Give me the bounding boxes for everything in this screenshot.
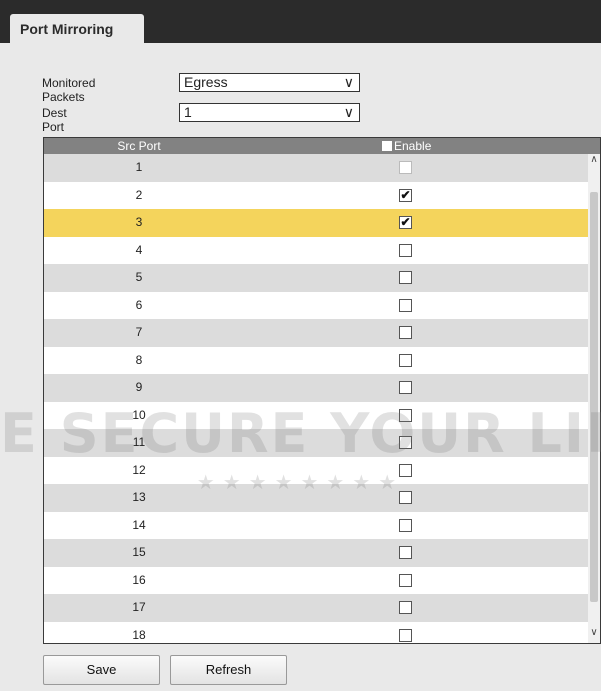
enable-checkbox[interactable] [399,518,412,532]
src-port-cell: 4 [135,242,143,257]
src-port-cell: 10 [132,407,146,422]
enable-checkbox[interactable] [399,408,412,422]
table-row[interactable]: 2 ✔ [44,181,590,209]
enable-header-label: Enable [394,139,432,153]
enable-checkbox[interactable] [399,491,412,504]
src-port-cell: 13 [132,490,146,504]
scroll-thumb[interactable] [590,192,598,602]
table-row[interactable]: 9 [44,374,590,402]
table-row[interactable]: 6 [44,291,590,319]
dest-port-label: Dest Port [42,106,67,134]
chevron-down-icon: ∨ [343,104,354,120]
enable-checkbox[interactable] [399,381,412,394]
src-port-cell: 8 [135,352,143,367]
refresh-button[interactable]: Refresh [170,655,287,685]
table-row[interactable]: 12 [44,456,590,484]
table-row[interactable]: 10 [44,401,590,429]
src-port-cell: 3 [135,215,143,229]
top-bar: Port Mirroring [0,0,601,43]
dest-port-value: 1 [184,104,192,120]
tab-port-mirroring[interactable]: Port Mirroring [10,14,144,43]
enable-checkbox[interactable] [399,436,412,449]
enable-checkbox[interactable] [399,573,412,587]
monitored-packets-value: Egress [184,74,228,90]
save-button[interactable]: Save [43,655,160,685]
table-row[interactable]: 13 [44,484,590,512]
enable-checkbox[interactable]: ✔ [399,188,412,202]
table-row[interactable]: 8 [44,346,590,374]
src-port-cell: 1 [135,160,143,174]
enable-checkbox[interactable] [399,271,412,284]
enable-checkbox[interactable] [399,601,412,614]
table-row[interactable]: 15 [44,539,590,567]
src-port-cell: 6 [135,297,143,312]
monitored-packets-select[interactable]: Egress ∨ [179,73,360,92]
src-port-cell: 15 [132,545,146,559]
enable-checkbox[interactable] [399,298,412,312]
port-table: Src Port Enable 1 2 ✔ 3 ✔ 4 5 6 7 8 9 10 11 12 13 14 15 1… [43,137,601,644]
src-port-cell: 18 [132,627,146,642]
src-port-cell: 12 [132,462,146,477]
enable-all-header[interactable]: Enable [382,139,431,153]
dest-port-select[interactable]: 1 ∨ [179,103,360,122]
src-port-cell: 5 [135,270,143,284]
table-row[interactable]: 7 [44,319,590,347]
enable-checkbox[interactable] [399,463,412,477]
enable-all-checkbox[interactable] [382,141,392,151]
src-port-cell: 9 [135,380,143,394]
src-port-cell: 17 [132,600,146,614]
table-row[interactable]: 17 [44,594,590,622]
table-row[interactable]: 14 [44,511,590,539]
table-scrollbar[interactable]: ∧ ∨ [588,154,600,643]
src-port-cell: 2 [135,187,143,202]
table-header: Src Port Enable [44,138,600,154]
enable-checkbox[interactable] [399,243,412,257]
src-port-cell: 14 [132,517,146,532]
enable-checkbox [399,161,412,174]
enable-checkbox[interactable]: ✔ [399,216,412,229]
enable-checkbox[interactable] [399,353,412,367]
table-row[interactable]: 4 [44,236,590,264]
src-port-cell: 7 [135,325,143,339]
src-port-header: Src Port [117,139,161,153]
enable-checkbox[interactable] [399,546,412,559]
table-row[interactable]: 16 [44,566,590,594]
src-port-cell: 11 [132,435,146,449]
chevron-down-icon: ∨ [343,74,354,90]
scroll-down-icon[interactable]: ∨ [588,627,600,643]
table-row[interactable]: 1 [44,154,590,182]
enable-checkbox[interactable] [399,326,412,339]
src-port-cell: 16 [132,572,146,587]
table-body: 1 2 ✔ 3 ✔ 4 5 6 7 8 9 10 11 12 13 14 15 16 17 18 [44,154,590,643]
table-row[interactable]: 3 ✔ [44,209,590,237]
monitored-packets-label: Monitored Packets [42,76,96,104]
enable-checkbox[interactable] [399,628,412,642]
table-row[interactable]: 5 [44,264,590,292]
table-row[interactable]: 11 [44,429,590,457]
table-row[interactable]: 18 [44,621,590,643]
scroll-up-icon[interactable]: ∧ [588,154,600,170]
